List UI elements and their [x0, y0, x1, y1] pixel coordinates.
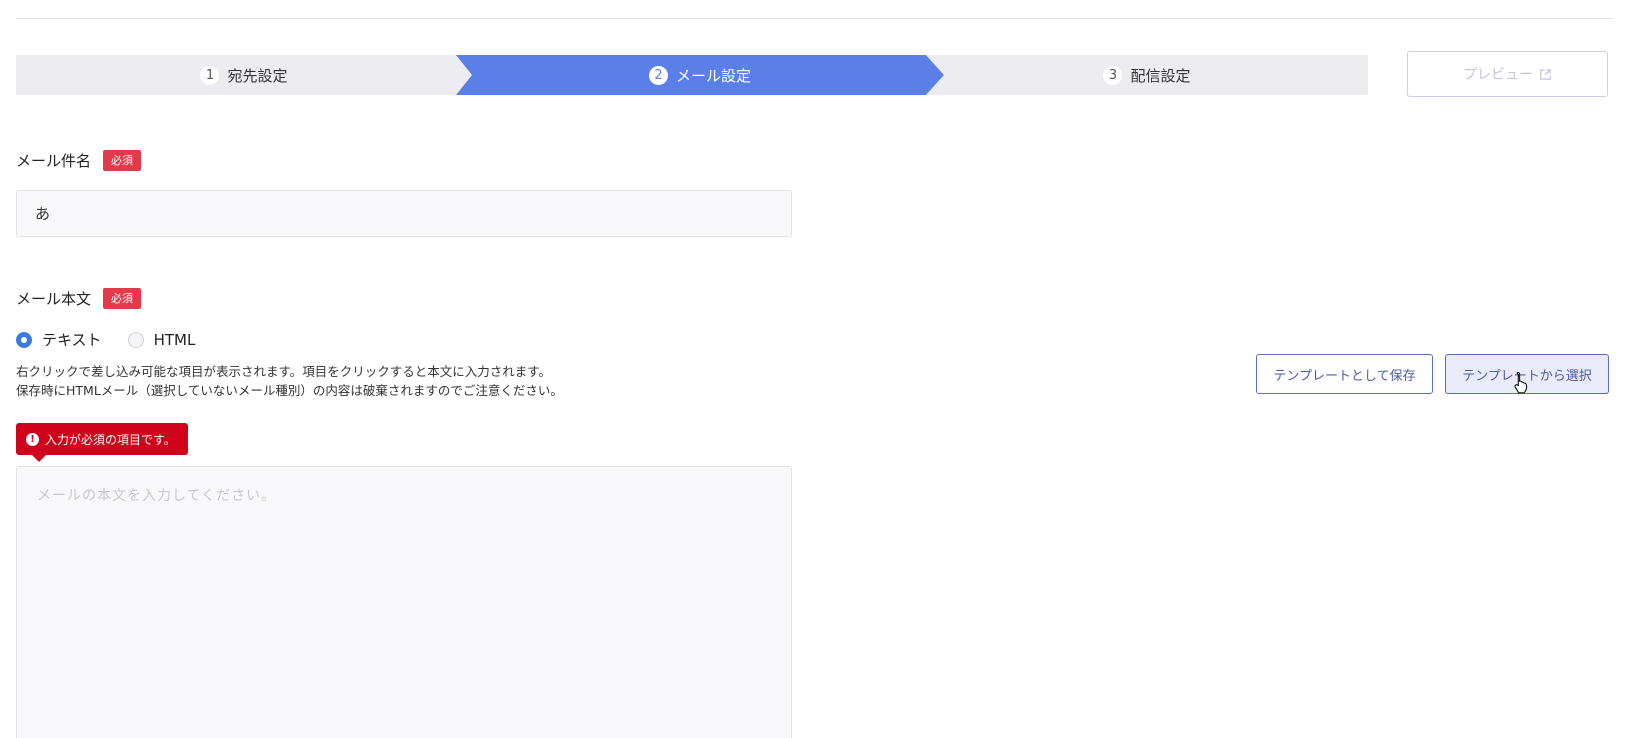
- step-mail-settings[interactable]: 2 メール設定: [456, 55, 944, 95]
- body-placeholder: メールの本文を入力してください。: [37, 488, 277, 504]
- body-label: メール本文: [16, 290, 92, 308]
- error-message: 入力が必須の項目です。: [45, 432, 176, 447]
- subject-value: あ: [35, 205, 51, 223]
- help-line: 右クリックで差し込み可能な項目が表示されます。項目をクリックすると本文に入力され…: [16, 364, 552, 379]
- hand-pointer-icon: [1514, 371, 1528, 394]
- external-link-icon: [1540, 68, 1551, 80]
- subject-input[interactable]: あ: [16, 190, 792, 237]
- step-number: 2: [648, 65, 668, 85]
- step-label: 宛先設定: [227, 66, 288, 85]
- step-label: メール設定: [675, 66, 751, 85]
- body-field-label: メール本文 必須: [16, 288, 142, 309]
- step-delivery-settings[interactable]: 3 配信設定: [926, 55, 1368, 95]
- save-as-template-button[interactable]: テンプレートとして保存: [1256, 354, 1433, 394]
- body-format-radio-group: テキスト HTML: [16, 329, 195, 350]
- preview-button[interactable]: プレビュー: [1407, 51, 1608, 97]
- preview-label: プレビュー: [1463, 67, 1533, 83]
- radio-html[interactable]: HTML: [127, 330, 196, 349]
- mail-settings-page: 1 宛先設定 2 メール設定 3 配信設定 プレビュー メール件名 必須 あ メ…: [0, 0, 1632, 738]
- exclamation-circle-icon: !: [26, 432, 39, 446]
- body-textarea[interactable]: メールの本文を入力してください。: [16, 466, 792, 738]
- radio-text-label: テキスト: [42, 331, 102, 349]
- radio-html-label: HTML: [153, 330, 196, 349]
- top-divider: [16, 18, 1612, 19]
- help-line: 保存時にHTMLメール（選択していないメール種別）の内容は破棄されますのでご注意…: [16, 383, 563, 398]
- required-error-tooltip: ! 入力が必須の項目です。: [16, 423, 188, 462]
- required-badge: 必須: [103, 150, 142, 171]
- step-number: 1: [200, 65, 220, 85]
- radio-checked-icon[interactable]: [16, 331, 32, 348]
- required-badge: 必須: [103, 288, 142, 309]
- progress-stepper: 1 宛先設定 2 メール設定 3 配信設定: [16, 55, 1368, 95]
- step-label: 配信設定: [1130, 66, 1191, 85]
- body-help-text: 右クリックで差し込み可能な項目が表示されます。項目をクリックすると本文に入力され…: [16, 362, 563, 400]
- subject-field-label: メール件名 必須: [16, 150, 142, 171]
- radio-unchecked-icon[interactable]: [127, 331, 144, 348]
- step-number: 3: [1103, 65, 1123, 85]
- subject-label: メール件名: [16, 152, 92, 170]
- radio-text[interactable]: テキスト: [16, 329, 102, 350]
- step-recipient-settings[interactable]: 1 宛先設定: [16, 55, 472, 95]
